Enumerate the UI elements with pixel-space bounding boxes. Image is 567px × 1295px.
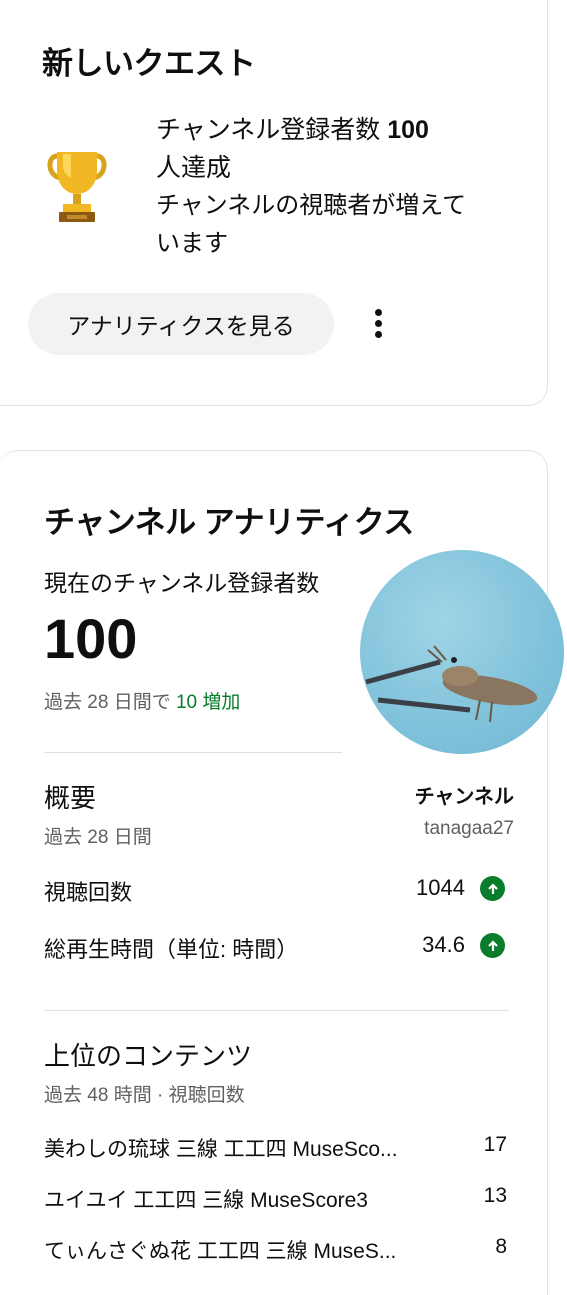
- change-increase: 10 増加: [175, 692, 241, 713]
- subscriber-count: 100: [44, 607, 138, 670]
- channel-column-label: チャンネル: [414, 786, 514, 808]
- top-content-period: 過去 48 時間 · 視聴回数: [44, 1085, 245, 1106]
- top-content-item-title[interactable]: てぃんさぐぬ花 工工四 三線 MuseS...: [44, 1235, 396, 1265]
- quest-desc-line1: チャンネルの視聴者が増えて: [156, 192, 467, 219]
- arrow-up-icon: [480, 933, 505, 958]
- quest-description: チャンネル登録者数 100 人達成 チャンネルの視聴者が増えて います: [156, 111, 496, 263]
- new-quest-card: 新しいクエスト チャンネル登録者数 100 人達成 チャンネルの視聴者が増えて …: [0, 0, 548, 406]
- more-options-icon[interactable]: [370, 306, 386, 342]
- view-analytics-button[interactable]: アナリティクスを見る: [28, 293, 334, 355]
- analytics-title: チャンネル アナリティクス: [44, 505, 414, 540]
- trophy-icon: [47, 152, 107, 222]
- quest-goal-suffix: 人達成: [156, 154, 232, 182]
- top-content-item-count: 17: [483, 1133, 507, 1156]
- overview-title: 概要: [44, 783, 97, 813]
- top-content-item-title[interactable]: 美わしの琉球 三線 工工四 MuseSco...: [44, 1133, 398, 1163]
- divider-2: [44, 1010, 509, 1011]
- quest-goal-text: チャンネル登録者数: [156, 116, 381, 144]
- overview-period: 過去 28 日間: [44, 827, 152, 848]
- stat-label-watch-time: 総再生時間（単位: 時間）: [44, 937, 299, 962]
- stat-value-watch-time: 34.6: [422, 932, 465, 957]
- quest-goal-number: 100: [387, 116, 429, 144]
- top-content-item-count: 13: [483, 1184, 507, 1207]
- current-subscribers-label: 現在のチャンネル登録者数: [44, 570, 320, 596]
- quest-desc-line2: います: [156, 230, 228, 257]
- stat-value-views: 1044: [416, 875, 465, 900]
- top-content-item-count: 8: [495, 1235, 507, 1258]
- stat-label-views: 視聴回数: [44, 880, 133, 905]
- change-period: 過去 28 日間で: [44, 692, 171, 713]
- subscriber-change: 過去 28 日間で 10 増加: [44, 687, 240, 714]
- shrimp-photo: [365, 645, 538, 723]
- channel-handle: tanagaa27: [424, 818, 514, 839]
- divider-1: [44, 752, 342, 753]
- quest-card-title: 新しいクエスト: [42, 46, 256, 81]
- arrow-up-icon: [480, 876, 505, 901]
- top-content-title: 上位のコンテンツ: [44, 1041, 253, 1071]
- top-content-item-title[interactable]: ユイユイ 工工四 三線 MuseScore3: [44, 1184, 368, 1214]
- channel-avatar[interactable]: [360, 550, 564, 754]
